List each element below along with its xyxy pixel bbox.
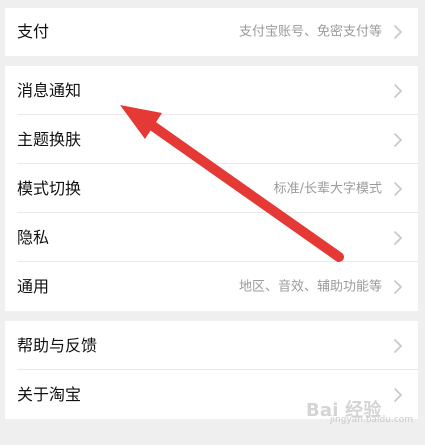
- settings-row-label: 消息通知: [17, 80, 82, 100]
- settings-row-general[interactable]: 通用 地区、音效、辅助功能等: [5, 262, 418, 311]
- settings-row-label: 隐私: [17, 227, 50, 247]
- chevron-right-icon: [392, 23, 404, 41]
- settings-page: 支付 支付宝账号、免密支付等 消息通知 主题换肤 模式切换 标准/长辈大字模式 …: [0, 0, 425, 445]
- settings-row-label: 帮助与反馈: [17, 335, 98, 355]
- settings-row-label: 支付: [17, 22, 50, 41]
- chevron-right-icon: [392, 386, 404, 404]
- settings-group-support: 帮助与反馈 关于淘宝: [5, 321, 418, 419]
- settings-row-mode[interactable]: 模式切换 标准/长辈大字模式: [5, 164, 418, 213]
- settings-row-privacy[interactable]: 隐私: [5, 213, 418, 262]
- chevron-right-icon: [392, 229, 404, 247]
- chevron-right-icon: [392, 180, 404, 198]
- chevron-right-icon: [392, 82, 404, 100]
- settings-row-label: 关于淘宝: [17, 384, 82, 404]
- settings-row-detail: 标准/长辈大字模式: [273, 181, 382, 196]
- settings-group-payment: 支付 支付宝账号、免密支付等: [5, 8, 418, 56]
- settings-row-label: 模式切换: [17, 178, 82, 198]
- settings-row-detail: 地区、音效、辅助功能等: [238, 279, 382, 294]
- settings-row-notifications[interactable]: 消息通知: [5, 66, 418, 115]
- settings-row-label: 通用: [17, 276, 50, 296]
- settings-row-payment[interactable]: 支付 支付宝账号、免密支付等: [5, 8, 418, 56]
- chevron-right-icon: [392, 131, 404, 149]
- settings-row-detail: 支付宝账号、免密支付等: [238, 24, 382, 40]
- settings-row-help[interactable]: 帮助与反馈: [5, 321, 418, 370]
- chevron-right-icon: [392, 278, 404, 296]
- settings-group-preferences: 消息通知 主题换肤 模式切换 标准/长辈大字模式 隐私 通用 地区、音效、辅助功…: [5, 66, 418, 311]
- settings-row-about[interactable]: 关于淘宝: [5, 370, 418, 419]
- settings-row-theme[interactable]: 主题换肤: [5, 115, 418, 164]
- chevron-right-icon: [392, 337, 404, 355]
- settings-row-label: 主题换肤: [17, 129, 82, 149]
